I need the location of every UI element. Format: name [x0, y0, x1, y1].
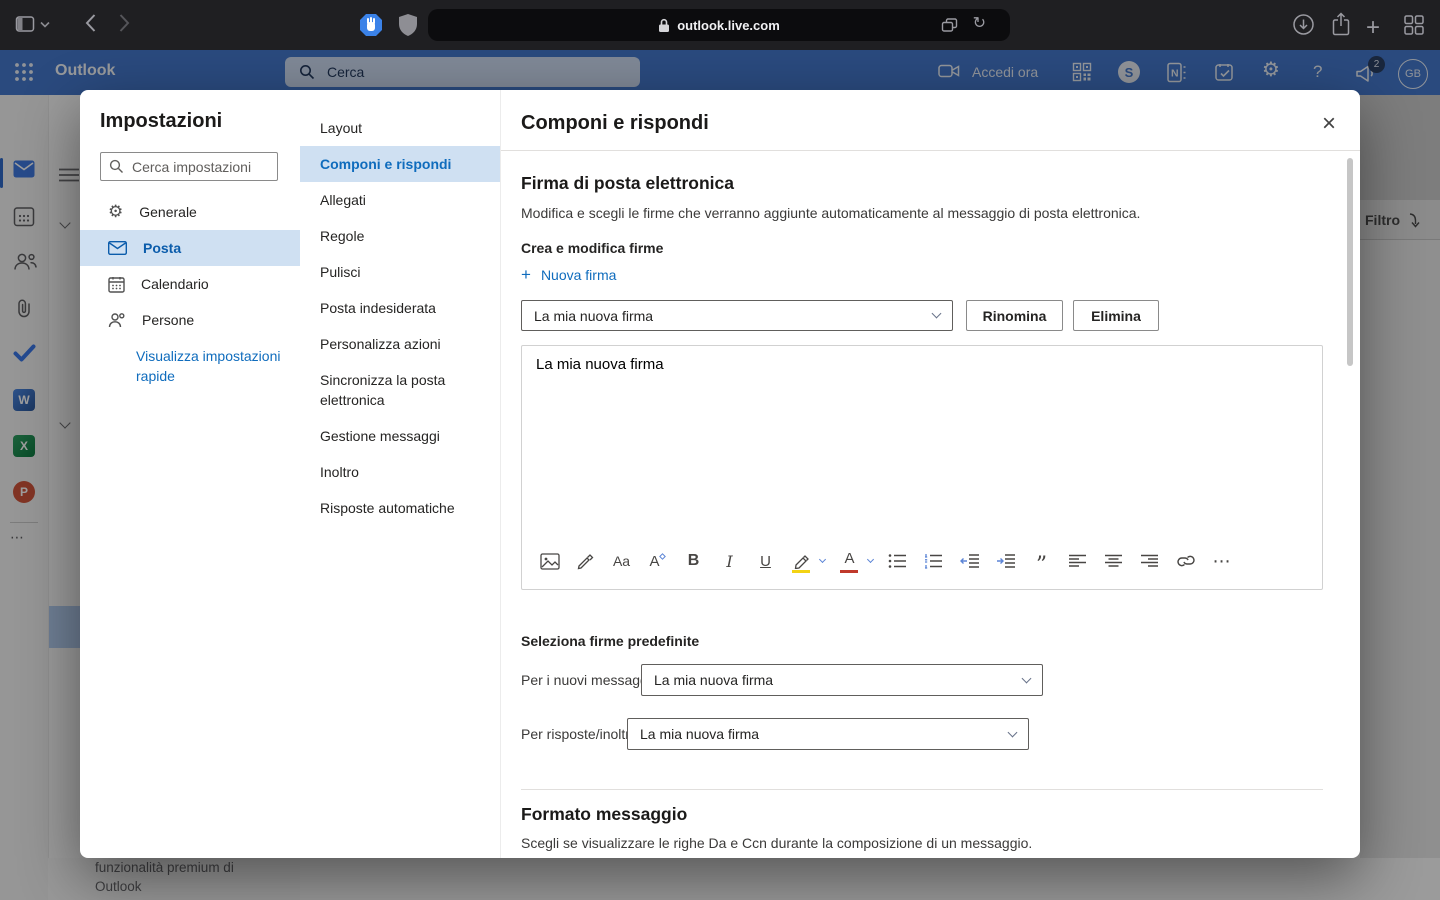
- section-attachments[interactable]: Allegati: [300, 182, 500, 218]
- mail-icon: [108, 241, 127, 255]
- settings-panel: Componi e rispondi × Firma di posta elet…: [500, 90, 1360, 858]
- address-bar[interactable]: outlook.live.com ↻: [428, 9, 1010, 41]
- tab-overview-icon[interactable]: [1403, 14, 1425, 36]
- people-icon: [108, 312, 126, 328]
- font-color-icon[interactable]: A: [836, 546, 863, 576]
- gear-icon: ⚙: [108, 202, 123, 222]
- lock-icon: [658, 18, 670, 33]
- shield-extension-icon[interactable]: [397, 12, 419, 38]
- browser-toolbar: outlook.live.com ↻ +: [0, 0, 1440, 50]
- search-icon: [109, 159, 124, 174]
- section-message-handling[interactable]: Gestione messaggi: [300, 418, 500, 454]
- insert-link-icon[interactable]: [1172, 546, 1199, 576]
- section-layout[interactable]: Layout: [300, 110, 500, 146]
- calendar-icon: [108, 276, 125, 293]
- formatting-toolbar: Aa A B I U A: [536, 543, 1235, 579]
- back-button[interactable]: [84, 12, 97, 34]
- downloads-icon[interactable]: [1292, 13, 1315, 36]
- settings-title: Impostazioni: [100, 110, 222, 133]
- chevron-down-icon: [932, 309, 942, 319]
- section-divider: [521, 789, 1323, 790]
- new-messages-label: Per i nuovi messaggi:: [521, 672, 655, 688]
- scrollbar-thumb[interactable]: [1347, 158, 1353, 366]
- outdent-icon[interactable]: [956, 546, 983, 576]
- settings-nav-people[interactable]: Persone: [80, 302, 300, 338]
- new-signature-button[interactable]: + Nuova firma: [521, 266, 616, 283]
- section-rules[interactable]: Regole: [300, 218, 500, 254]
- message-format-heading: Formato messaggio: [521, 804, 687, 825]
- page-preview-icon[interactable]: [941, 17, 958, 33]
- message-format-description: Scegli se visualizzare le righe Da e Ccn…: [521, 835, 1032, 851]
- settings-search-box[interactable]: [100, 152, 278, 181]
- numbered-list-icon[interactable]: [920, 546, 947, 576]
- more-formatting-icon[interactable]: ⋯: [1208, 546, 1235, 576]
- close-icon[interactable]: ×: [1313, 108, 1345, 140]
- format-painter-icon[interactable]: [572, 546, 599, 576]
- font-size-icon[interactable]: A: [644, 546, 671, 576]
- section-customize-actions[interactable]: Personalizza azioni: [300, 326, 460, 362]
- section-compose-reply[interactable]: Componi e rispondi: [300, 146, 500, 182]
- settings-search-input[interactable]: [132, 159, 262, 175]
- font-color-options-chevron-icon[interactable]: [867, 556, 874, 563]
- settings-section-list: Layout Componi e rispondi Allegati Regol…: [300, 90, 500, 858]
- settings-dialog: Impostazioni ⚙ Generale Posta Calendario: [80, 90, 1360, 858]
- highlight-color-swatch: [792, 570, 810, 574]
- highlight-icon[interactable]: [788, 546, 815, 576]
- signature-editor[interactable]: La mia nuova firma Aa A B I U: [521, 345, 1323, 590]
- section-sweep[interactable]: Pulisci: [300, 254, 500, 290]
- section-forwarding[interactable]: Inoltro: [300, 454, 500, 490]
- chevron-down-icon: [1022, 673, 1032, 683]
- settings-nav-general[interactable]: ⚙ Generale: [80, 194, 300, 230]
- replies-select[interactable]: La mia nuova firma: [627, 718, 1029, 750]
- sidebar-menu-chevron-icon[interactable]: [40, 21, 50, 28]
- section-automatic-replies[interactable]: Risposte automatiche: [300, 490, 500, 526]
- font-color-swatch: [840, 570, 858, 574]
- reload-icon[interactable]: ↻: [973, 16, 986, 32]
- forward-button[interactable]: [118, 12, 131, 34]
- new-messages-select[interactable]: La mia nuova firma: [641, 664, 1043, 696]
- panel-divider: [501, 150, 1360, 151]
- bulleted-list-icon[interactable]: [884, 546, 911, 576]
- delete-button[interactable]: Elimina: [1073, 300, 1159, 331]
- share-icon[interactable]: [1331, 12, 1351, 37]
- rename-button[interactable]: Rinomina: [966, 300, 1063, 331]
- replies-label: Per risposte/inoltri:: [521, 726, 637, 742]
- bold-icon[interactable]: B: [680, 546, 707, 576]
- default-signatures-heading: Seleziona firme predefinite: [521, 633, 699, 649]
- chevron-down-icon: [1008, 727, 1018, 737]
- settings-nav-column: Impostazioni ⚙ Generale Posta Calendario: [80, 90, 300, 858]
- signature-editor-content[interactable]: La mia nuova firma: [536, 356, 664, 373]
- align-right-icon[interactable]: [1136, 546, 1163, 576]
- indent-icon[interactable]: [992, 546, 1019, 576]
- url-text: outlook.live.com: [677, 18, 780, 33]
- insert-image-icon[interactable]: [536, 546, 563, 576]
- align-left-icon[interactable]: [1064, 546, 1091, 576]
- align-center-icon[interactable]: [1100, 546, 1127, 576]
- highlight-options-chevron-icon[interactable]: [819, 556, 826, 563]
- sidebar-toggle-icon[interactable]: [15, 15, 36, 34]
- quote-icon[interactable]: ”: [1028, 546, 1055, 576]
- signature-description: Modifica e scegli le firme che verranno …: [521, 205, 1140, 221]
- signature-select[interactable]: La mia nuova firma: [521, 300, 953, 331]
- content-blocker-extension-icon[interactable]: [358, 12, 384, 38]
- section-junk[interactable]: Posta indesiderata: [300, 290, 500, 326]
- settings-nav-calendar[interactable]: Calendario: [80, 266, 300, 302]
- panel-title: Componi e rispondi: [521, 112, 709, 135]
- create-signatures-heading: Crea e modifica firme: [521, 240, 663, 256]
- quick-settings-link[interactable]: Visualizza impostazioni rapide: [136, 346, 286, 386]
- new-tab-icon[interactable]: +: [1366, 14, 1380, 42]
- settings-nav-mail[interactable]: Posta: [80, 230, 300, 266]
- font-name-icon[interactable]: Aa: [608, 546, 635, 576]
- signature-heading: Firma di posta elettronica: [521, 173, 734, 194]
- plus-icon: +: [521, 266, 531, 283]
- italic-icon[interactable]: I: [716, 546, 743, 576]
- underline-icon[interactable]: U: [752, 546, 779, 576]
- section-sync-email[interactable]: Sincronizza la posta elettronica: [300, 362, 460, 418]
